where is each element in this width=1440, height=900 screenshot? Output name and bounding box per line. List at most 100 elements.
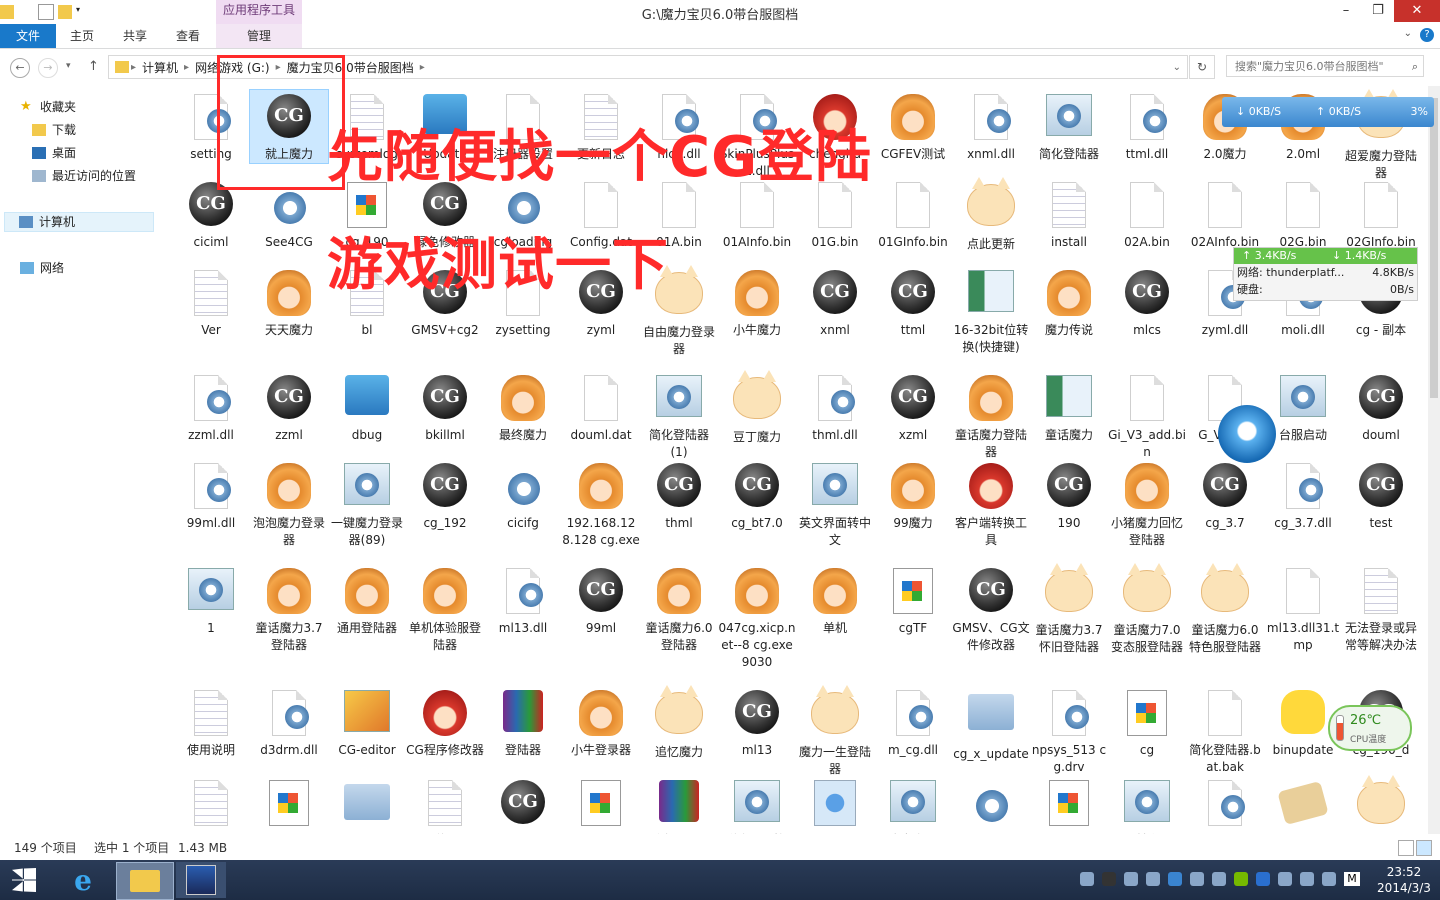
taskbar-ie[interactable]: e (58, 862, 108, 898)
nav-recent[interactable]: 最近访问的位置 (32, 166, 136, 186)
file-item[interactable]: CG ttml (874, 266, 952, 339)
file-item[interactable]: cgbin (796, 776, 874, 834)
file-item[interactable]: 追忆魔力 (640, 685, 718, 761)
volume-icon[interactable] (1322, 872, 1336, 886)
help-icon[interactable]: ? (1420, 28, 1434, 42)
file-item[interactable]: 豆丁魔力 (718, 370, 796, 446)
maximize-button[interactable]: ❐ (1362, 0, 1394, 22)
file-item[interactable]: CG cg_192 (406, 459, 484, 532)
tab-share[interactable]: 共享 (113, 24, 157, 48)
file-item[interactable]: 02G.bin (1264, 178, 1342, 251)
file-item[interactable]: 99魔力 (874, 459, 952, 532)
file-item[interactable]: 童话魔力7.0变态服登陆器 (1108, 563, 1186, 656)
taskbar-explorer[interactable] (116, 862, 174, 900)
tab-manage[interactable]: 管理 (216, 24, 302, 48)
file-item[interactable]: thml.dll (796, 371, 874, 444)
file-item[interactable]: CG xzml (874, 371, 952, 444)
nvidia-icon[interactable] (1234, 872, 1248, 886)
large-icons-view-button[interactable] (1416, 840, 1432, 856)
nav-network[interactable]: 网络 (20, 258, 64, 278)
back-button[interactable]: ← (10, 58, 30, 78)
file-item[interactable]: 魔力一生登陆器 (796, 685, 874, 778)
nav-computer[interactable]: 计算机 (4, 212, 154, 232)
file-item[interactable]: cg (1108, 686, 1186, 759)
file-item[interactable]: 客户端转换工具 (952, 459, 1030, 549)
taskbar-app[interactable] (176, 862, 226, 898)
file-item[interactable]: 修复LSP协 (718, 776, 796, 834)
file-item[interactable]: CG cg_190_c (484, 776, 562, 834)
search-input[interactable]: 搜索"魔力宝贝6.0带台服图档" ⌕ (1226, 55, 1424, 77)
file-item[interactable]: CG 190 (1030, 459, 1108, 532)
file-item[interactable]: install (1030, 178, 1108, 251)
file-item[interactable]: douml.dat (562, 371, 640, 444)
file-item[interactable]: 通用登陆器 (328, 564, 406, 637)
new-folder-icon[interactable] (58, 5, 72, 19)
file-item[interactable]: CG程序修改器 (406, 686, 484, 759)
file-item[interactable]: npsys_513 cg.drv (1030, 686, 1108, 776)
bird-floating-icon[interactable] (1218, 405, 1276, 463)
tray-icon-3[interactable] (1124, 872, 1138, 886)
file-item[interactable]: CGLOGGE (1342, 775, 1420, 834)
file-item[interactable]: 02GInfo.bin (1342, 178, 1420, 251)
recent-locations-icon[interactable]: ▾ (66, 61, 71, 71)
file-item[interactable]: 一键魔力登录器(89) (328, 459, 406, 549)
close-button[interactable]: ✕ (1394, 0, 1440, 22)
file-item[interactable]: ttml.dll (1108, 90, 1186, 163)
file-item[interactable]: point (172, 776, 250, 834)
tab-file[interactable]: 文件 (0, 24, 56, 48)
refresh-button[interactable]: ↻ (1189, 55, 1215, 79)
chevron-down-icon[interactable]: ▾ (76, 5, 84, 19)
file-item[interactable]: 192.168.128.128 cg.exe (562, 459, 640, 549)
file-item[interactable]: CGFEV测试 (874, 90, 952, 163)
file-item[interactable]: CG cg_3.7 (1186, 459, 1264, 532)
file-item[interactable]: 简化登陆器 (1) (640, 371, 718, 461)
file-item[interactable]: 单机 (796, 564, 874, 637)
file-item[interactable]: 童话魔力 (1030, 371, 1108, 444)
nav-downloads[interactable]: 下载 (32, 120, 76, 140)
file-item[interactable]: 小牛魔力 (718, 266, 796, 339)
scrollbar-thumb[interactable] (1430, 98, 1438, 398)
file-item[interactable]: LSP导常修 (328, 776, 406, 834)
system-clock[interactable]: 23:52 2014/3/3 (1376, 864, 1432, 896)
forward-button[interactable]: → (38, 58, 58, 78)
file-item[interactable]: cg_208 (562, 776, 640, 834)
network-speed-widget[interactable]: ↓ 0KB/S ↑ 0KB/S 3% (1222, 97, 1434, 127)
file-item[interactable]: EXButton (1186, 776, 1264, 834)
file-item[interactable]: zzml.dll (172, 371, 250, 444)
properties-icon[interactable] (38, 4, 54, 20)
file-item[interactable]: 童话魔力6.0登陆器 (640, 564, 718, 654)
file-item[interactable]: dbug (328, 371, 406, 444)
file-item[interactable]: 单机体验服登陆器 (406, 564, 484, 654)
file-item[interactable]: 童话魔力3.7怀旧登陆器 (1030, 563, 1108, 656)
file-item[interactable]: CG ml13 (718, 686, 796, 759)
network-tray-icon[interactable] (1300, 872, 1314, 886)
file-item[interactable]: CG douml (1342, 371, 1420, 444)
file-item[interactable]: 1 (172, 564, 250, 637)
file-item[interactable]: 童话魔力登陆器 (952, 371, 1030, 461)
file-item[interactable]: cicifg (484, 459, 562, 532)
file-item[interactable]: cg_x_update (952, 686, 1030, 763)
input-method-icon[interactable]: M (1344, 872, 1360, 886)
tab-home[interactable]: 主页 (60, 24, 104, 48)
file-item[interactable]: 魔力传说 (1030, 266, 1108, 339)
file-item[interactable]: 说明 (406, 776, 484, 834)
file-item[interactable]: CG zzml (250, 371, 328, 444)
file-item[interactable]: 点此更新 (952, 177, 1030, 253)
file-item[interactable]: 047cg.xicp.net--8 cg.exe 9030 (718, 564, 796, 671)
file-item[interactable]: CG test (1342, 459, 1420, 532)
file-item[interactable]: 泡泡魔力登录器 (250, 459, 328, 549)
cpu-temperature-widget[interactable]: 26℃ CPU温度 (1328, 705, 1412, 751)
file-item[interactable]: 英文界面转中文 (796, 459, 874, 549)
file-item[interactable]: CG GMSV、CG文件修改器 (952, 564, 1030, 654)
file-item[interactable]: 16-32bit位转换(快捷键) (952, 266, 1030, 356)
up-arrow-icon[interactable]: ↑ (88, 59, 99, 74)
qq-icon[interactable] (1102, 872, 1116, 886)
tray-icon-1[interactable] (1080, 872, 1094, 886)
minimize-button[interactable]: – (1330, 0, 1362, 22)
file-item[interactable]: 看血小工具 (640, 776, 718, 834)
start-button[interactable] (6, 862, 42, 898)
details-view-button[interactable] (1398, 840, 1414, 856)
file-item[interactable]: 童话魔力6.0特色服登陆器 (1186, 563, 1264, 656)
file-item[interactable]: 无法登录或异常等解决办法 (1342, 564, 1420, 654)
file-item[interactable]: CG 99ml (562, 564, 640, 637)
